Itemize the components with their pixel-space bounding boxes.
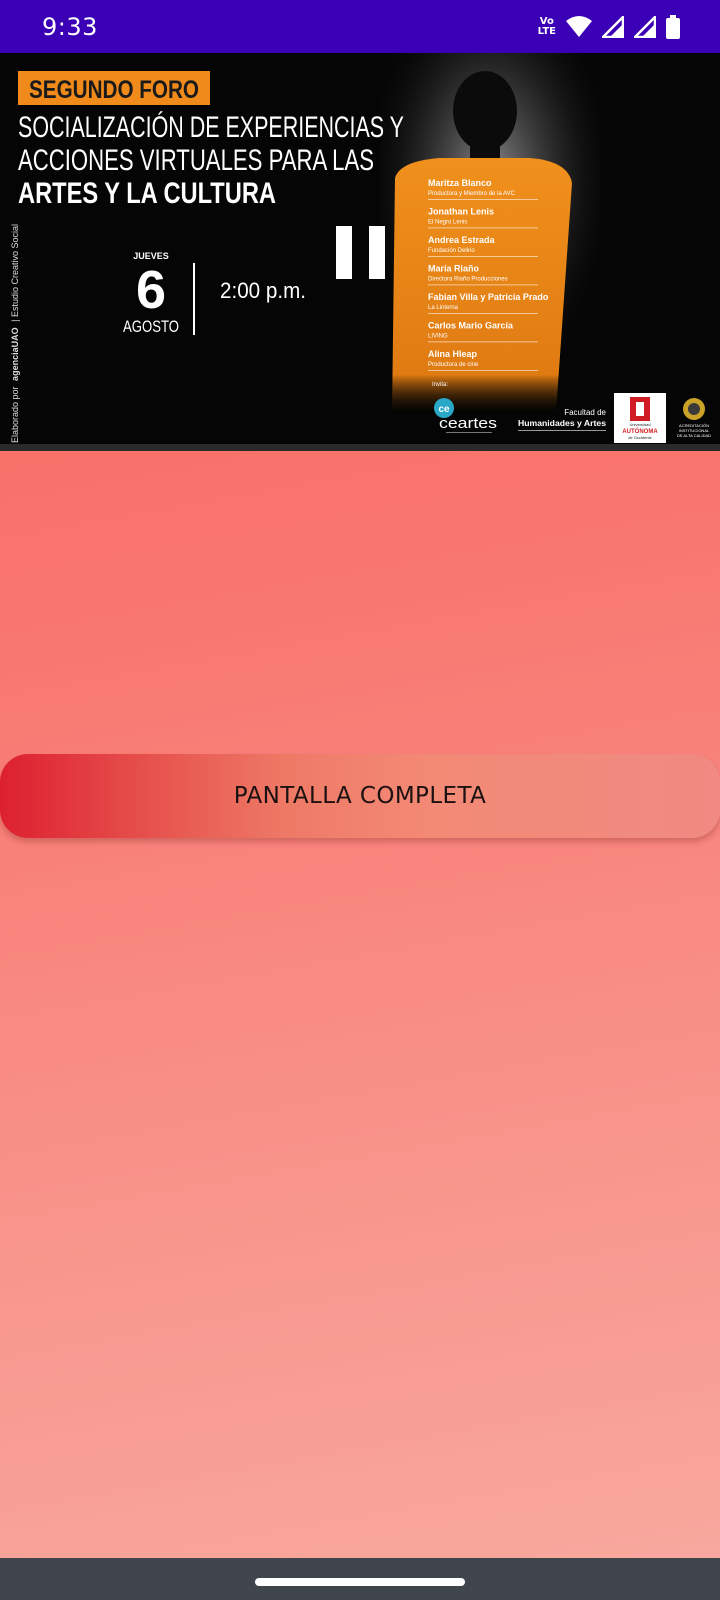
uao-logo: Universidad AUTÓNOMA de Occidente (614, 393, 666, 443)
speaker-divider (428, 227, 538, 229)
poster-day: 6 (136, 260, 166, 320)
uao-line1: Universidad (629, 422, 650, 427)
speaker-role: Productora y Miembro de la AVC (428, 191, 516, 197)
side-credit-suffix: | Estudio Creativo Social (10, 224, 20, 322)
signal-icon (602, 15, 624, 38)
faculty-line2: Humanidades y Artes (518, 419, 607, 428)
video-player[interactable]: SEGUNDO FORO SOCIALIZACIÓN DE EXPERIENCI… (0, 53, 720, 451)
invite-label: Invita: (432, 382, 448, 388)
video-frame: SEGUNDO FORO SOCIALIZACIÓN DE EXPERIENCI… (0, 53, 720, 451)
poster-title-line3: ARTES Y LA CULTURA (18, 177, 276, 210)
speaker-name: Alina Hleap (428, 349, 478, 359)
speaker-name: María Riaño (428, 264, 480, 274)
speaker-divider (428, 284, 538, 286)
date-divider (193, 263, 195, 335)
svg-text:Elaborado por agenciaU: Elaborado por agenciaUAO | Estudio Creat… (10, 224, 20, 443)
speaker-name: Andrea Estrada (428, 235, 496, 245)
poster-month: AGOSTO (123, 317, 179, 336)
speaker-divider (428, 256, 538, 257)
poster-title-line2: ACCIONES VIRTUALES PARA LAS (18, 144, 374, 177)
status-bar: 9:33 Vo LTE (0, 0, 720, 53)
navigation-bar (0, 1558, 720, 1600)
home-gesture-handle[interactable] (255, 1578, 465, 1586)
fullscreen-button[interactable]: PANTALLA COMPLETA (0, 754, 720, 838)
speaker-name: Fabian Villa y Patricia Prado (428, 292, 549, 302)
svg-text:ce: ce (438, 404, 450, 415)
speaker-divider (428, 370, 538, 371)
ceartes-logo-text: ceartes (439, 415, 497, 432)
uao-line3: de Occidente (628, 435, 652, 440)
speaker-role: LIVING (428, 334, 448, 340)
faculty-line1: Facultad de (564, 408, 606, 417)
side-credit-prefix: Elaborado por (10, 386, 20, 443)
speaker-role: Productora de cine (428, 362, 479, 368)
speaker-role: El Negro Lenis (428, 220, 467, 226)
signal-icon (634, 15, 656, 38)
speaker-name: Carlos Mario García (428, 321, 514, 331)
speaker-role: La Linterna (428, 305, 459, 311)
uao-line2: AUTÓNOMA (622, 427, 658, 435)
fullscreen-button-label: PANTALLA COMPLETA (233, 783, 487, 809)
volte-bottom-label: LTE (537, 25, 556, 37)
video-bottom-edge (0, 444, 720, 451)
speaker-divider (428, 313, 538, 314)
volte-top-label: Vo (539, 15, 554, 27)
volte-icon: Vo LTE (537, 15, 556, 37)
speaker-divider (428, 341, 538, 343)
side-credit-brand: agenciaUAO (10, 327, 20, 381)
wifi-icon (566, 15, 592, 37)
badge-text: SEGUNDO FORO (29, 76, 199, 104)
speaker-name: Maritza Blanco (428, 178, 492, 188)
status-time: 9:33 (42, 12, 98, 41)
speaker-role: Fundación Delirio (428, 248, 475, 254)
speaker-name: Jonathan Lenis (428, 207, 494, 217)
status-icons: Vo LTE (537, 14, 680, 39)
poster-title-line1: SOCIALIZACIÓN DE EXPERIENCIAS Y (18, 111, 404, 144)
battery-icon (666, 14, 680, 39)
speaker-divider (428, 199, 538, 200)
speaker-role: Directora Riaño Producciones (428, 277, 508, 283)
side-credit: Elaborado por agenciaUAO | Estudio Creat… (10, 224, 20, 443)
poster-time: 2:00 p.m. (220, 278, 306, 303)
accreditation-line3: DE ALTA CALIDAD (677, 433, 711, 438)
